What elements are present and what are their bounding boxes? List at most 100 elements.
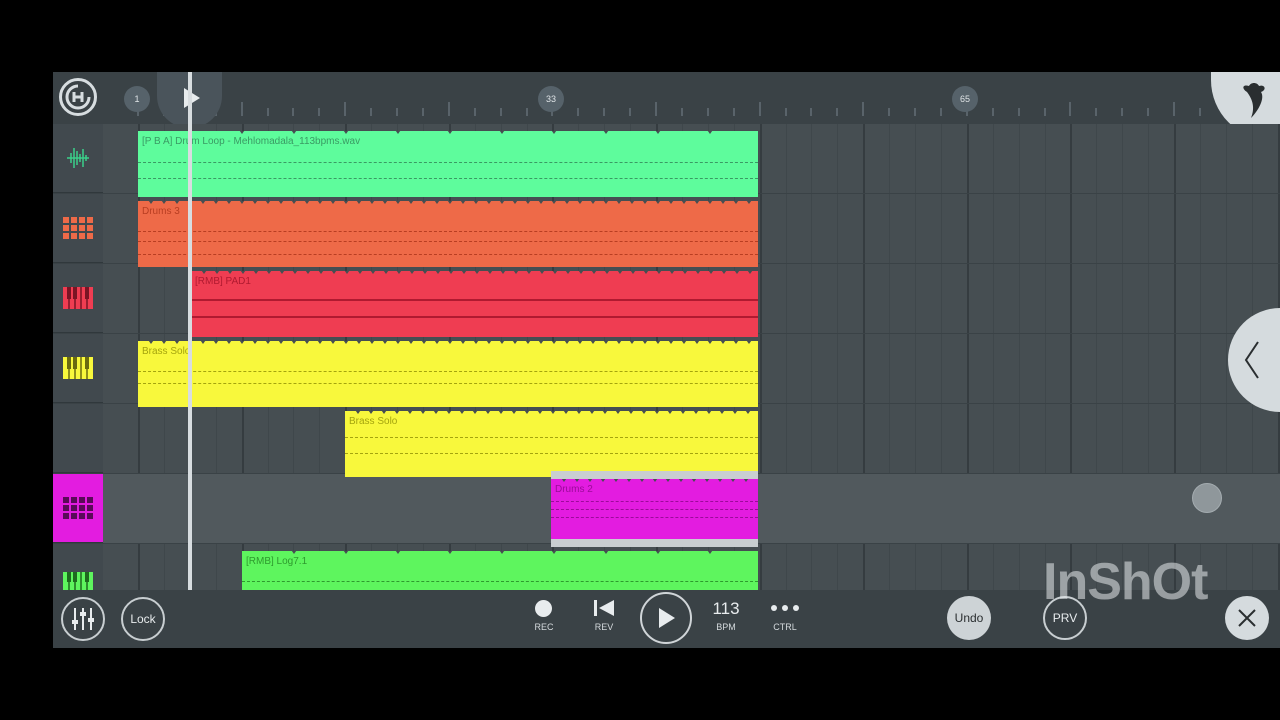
record-dot-icon: [535, 600, 552, 617]
clip-notch: [212, 271, 222, 274]
clip-label: Drums 2: [555, 484, 593, 495]
sidebar-slot-audio[interactable]: [53, 124, 103, 193]
clip-notch: [484, 201, 494, 204]
fl-logo-menu-button[interactable]: [59, 78, 97, 116]
clip-notch: [601, 551, 611, 554]
clip-notch: [355, 271, 365, 274]
sidebar-slot-empty[interactable]: [53, 404, 103, 473]
clip-label: [P B A] Drum Loop - Mehlomadala_113bpms.…: [142, 136, 361, 147]
clip-notch: [654, 271, 664, 274]
sidebar-slot-brass[interactable]: [53, 334, 103, 403]
ruler-tick: [603, 108, 606, 116]
clip-pattern-line: [242, 581, 758, 582]
clip-notch: [666, 341, 676, 344]
clip-notch: [458, 201, 468, 204]
clip-notch: [523, 341, 533, 344]
clip-notch: [224, 341, 234, 344]
clip-notch: [549, 551, 559, 554]
clip-notch: [341, 131, 351, 134]
clip-notch: [652, 411, 662, 414]
clip-notch: [627, 341, 637, 344]
ruler-tick: [344, 102, 347, 116]
clip-notch: [637, 479, 647, 482]
clip-notch: [459, 271, 469, 274]
clip-notch: [611, 479, 621, 482]
clip-notch: [574, 411, 584, 414]
sidebar-slot-log[interactable]: [53, 544, 103, 591]
playlist-area[interactable]: [P B A] Drum Loop - Mehlomadala_113bpms.…: [103, 124, 1280, 614]
scroll-knob[interactable]: [1192, 483, 1222, 513]
clip-notch: [641, 271, 651, 274]
clip-notch: [225, 271, 235, 274]
clip-notch: [613, 411, 623, 414]
more-dots-icon: [771, 605, 799, 611]
lock-button[interactable]: Lock: [121, 597, 165, 641]
track-sidebar: [53, 124, 103, 591]
clip-brass-solo-2[interactable]: Brass Solo: [345, 411, 758, 477]
ruler-tick: [732, 108, 735, 116]
clip-notch: [198, 201, 208, 204]
sidebar-slot-pad[interactable]: [53, 264, 103, 333]
clip-pad1[interactable]: [RMB] PAD1: [191, 271, 758, 337]
clip-notch: [289, 201, 299, 204]
ruler-tick: [447, 102, 450, 116]
clip-pattern-line: [551, 517, 758, 518]
clip-notch: [329, 271, 339, 274]
mixer-button[interactable]: [61, 597, 105, 641]
clip-notch: [366, 411, 376, 414]
clip-notch: [432, 341, 442, 344]
clip-brass-solo-1[interactable]: Brass Solo: [138, 341, 758, 407]
green-keys-icon: [63, 572, 93, 590]
clip-notch: [328, 341, 338, 344]
drum-pad-icon: [63, 217, 93, 239]
ruler-tick: [577, 108, 580, 116]
clip-label: [RMB] PAD1: [195, 276, 251, 287]
clip-notch: [509, 411, 519, 414]
clip-notch: [704, 411, 714, 414]
clip-notch: [407, 271, 417, 274]
play-button[interactable]: [640, 592, 692, 644]
ruler-tick: [525, 108, 528, 116]
clip-notch: [483, 411, 493, 414]
clip-notch: [705, 131, 715, 134]
clip-notch: [277, 271, 287, 274]
clip-drums-2-selected[interactable]: Drums 2: [551, 471, 758, 547]
clip-notch: [445, 341, 455, 344]
ctrl-menu-button[interactable]: CTRL: [760, 598, 810, 640]
ruler-marker-65[interactable]: 65: [952, 86, 978, 112]
undo-button[interactable]: Undo: [947, 596, 991, 640]
clip-notch: [485, 271, 495, 274]
record-button[interactable]: REC: [522, 598, 566, 640]
close-button[interactable]: [1225, 596, 1269, 640]
rewind-button[interactable]: REV: [582, 598, 626, 640]
clip-notch: [561, 411, 571, 414]
ruler-tick: [680, 108, 683, 116]
clip-pattern-line: [138, 241, 758, 242]
ruler-tick: [499, 108, 502, 116]
timeline-ruler[interactable]: 1 33 65: [53, 72, 1280, 140]
ruler-tick: [1043, 108, 1046, 116]
clip-notch: [562, 201, 572, 204]
fl-logo-icon: [65, 84, 91, 110]
ruler-tick: [629, 108, 632, 116]
tempo-control[interactable]: 113 BPM: [701, 596, 751, 640]
clip-notch: [393, 201, 403, 204]
clip-log7-1[interactable]: [RMB] Log7.1: [242, 551, 758, 590]
ruler-marker-33[interactable]: 33: [538, 86, 564, 112]
clip-drums-3[interactable]: Drums 3: [138, 201, 758, 267]
clip-notch: [263, 201, 273, 204]
sidebar-slot-drums-3[interactable]: [53, 194, 103, 263]
clip-notch: [406, 201, 416, 204]
clip-drum-loop[interactable]: [P B A] Drum Loop - Mehlomadala_113bpms.…: [138, 131, 758, 197]
clip-notch: [419, 341, 429, 344]
clip-notch: [302, 201, 312, 204]
clip-label: Drums 3: [142, 206, 180, 217]
ruler-tick: [292, 108, 295, 116]
sidebar-slot-drums-2[interactable]: [53, 474, 103, 543]
playhead-line[interactable]: [188, 72, 192, 590]
clip-notch: [628, 271, 638, 274]
clip-pattern-line: [138, 254, 758, 255]
ruler-marker-1[interactable]: 1: [124, 86, 150, 112]
clip-pattern-line: [138, 178, 758, 179]
clip-notch: [342, 271, 352, 274]
